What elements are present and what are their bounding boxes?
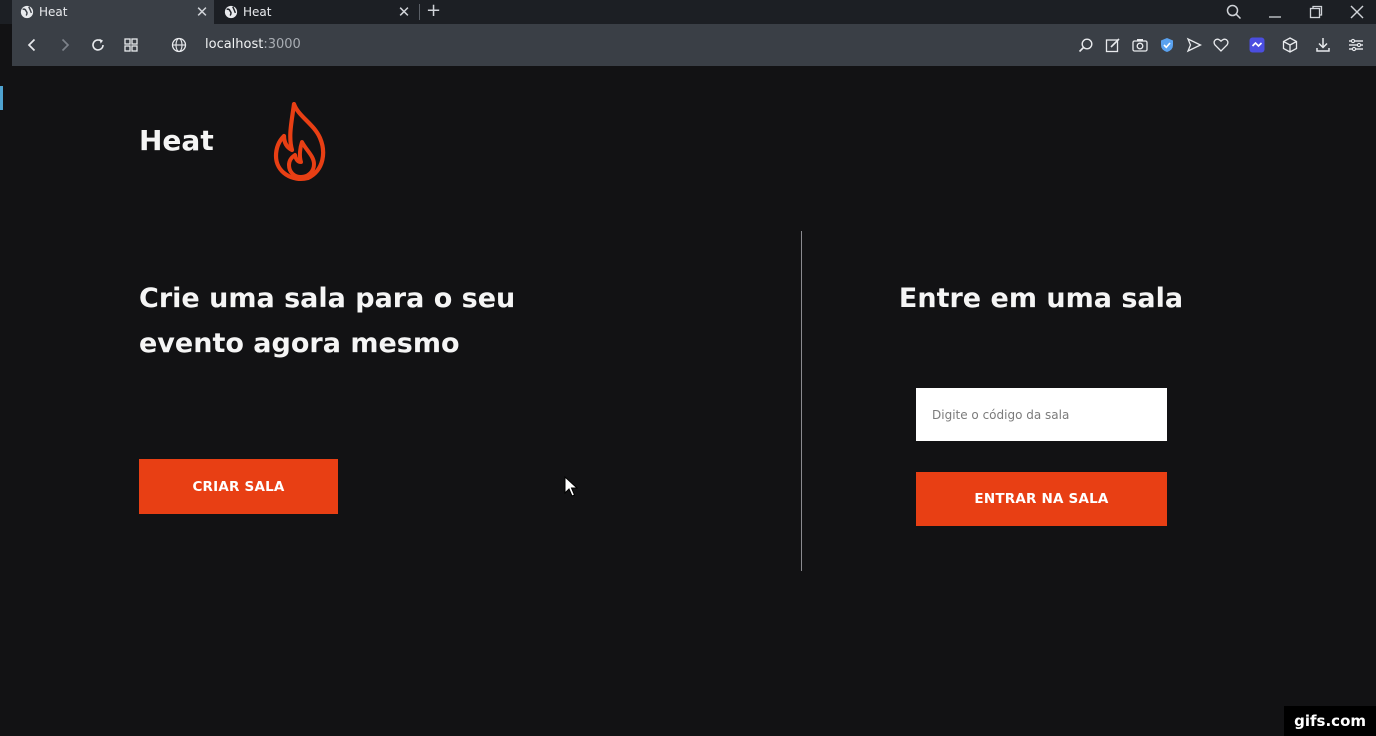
camera-icon[interactable] [1132, 37, 1148, 53]
search-tabs-icon[interactable] [1219, 0, 1249, 24]
speed-dial-icon[interactable] [121, 35, 141, 55]
tab-separator [419, 4, 420, 20]
url-host: localhost [205, 37, 264, 52]
new-tab-button[interactable]: + [426, 0, 441, 24]
close-tab-icon[interactable]: ✕ [190, 3, 214, 21]
browser-tab-active[interactable]: Heat ✕ [12, 0, 214, 24]
room-code-input[interactable] [916, 388, 1167, 441]
section-divider [801, 231, 802, 571]
globe-icon [20, 5, 34, 19]
search-icon[interactable] [1078, 37, 1094, 53]
forward-icon[interactable] [55, 35, 75, 55]
cube-icon[interactable] [1282, 37, 1298, 53]
create-room-button[interactable]: CRIAR SALA [139, 459, 338, 514]
page-content: Heat Crie uma sala para o seu evento ago… [12, 66, 1376, 736]
browser-toolbar: localhost:3000 [12, 24, 1376, 66]
extension-icon[interactable] [1249, 37, 1265, 53]
join-room-button[interactable]: ENTRAR NA SALA [916, 472, 1167, 526]
minimize-window-icon[interactable] [1260, 0, 1290, 24]
download-icon[interactable] [1315, 37, 1331, 53]
restore-window-icon[interactable] [1301, 0, 1331, 24]
address-field[interactable]: localhost:3000 [205, 37, 301, 52]
browser-tab-bar: Heat ✕ Heat ✕ + [0, 0, 1376, 24]
tab-title: Heat [39, 5, 68, 19]
shield-icon[interactable] [1159, 37, 1175, 53]
close-tab-icon[interactable]: ✕ [392, 3, 416, 21]
side-panel-indicator [0, 86, 3, 110]
browser-tab-inactive[interactable]: Heat ✕ [216, 0, 416, 24]
tab-title: Heat [243, 5, 272, 19]
watermark: gifs.com [1284, 706, 1376, 736]
create-room-headline: Crie uma sala para o seu evento agora me… [139, 283, 516, 359]
join-room-title: Entre em uma sala [898, 283, 1184, 314]
reload-icon[interactable] [88, 35, 108, 55]
edit-icon[interactable] [1105, 37, 1121, 53]
logo-text: Heat [139, 124, 214, 157]
flame-icon [273, 102, 326, 181]
url-port: :3000 [263, 37, 301, 52]
send-icon[interactable] [1186, 37, 1202, 53]
close-window-icon[interactable] [1342, 0, 1372, 24]
site-info-icon[interactable] [169, 35, 189, 55]
globe-icon [224, 5, 238, 19]
menu-icon[interactable] [1348, 37, 1364, 53]
heart-icon[interactable] [1213, 37, 1229, 53]
back-icon[interactable] [22, 35, 42, 55]
mouse-cursor-icon [564, 476, 578, 497]
browser-side-panel [0, 24, 12, 736]
